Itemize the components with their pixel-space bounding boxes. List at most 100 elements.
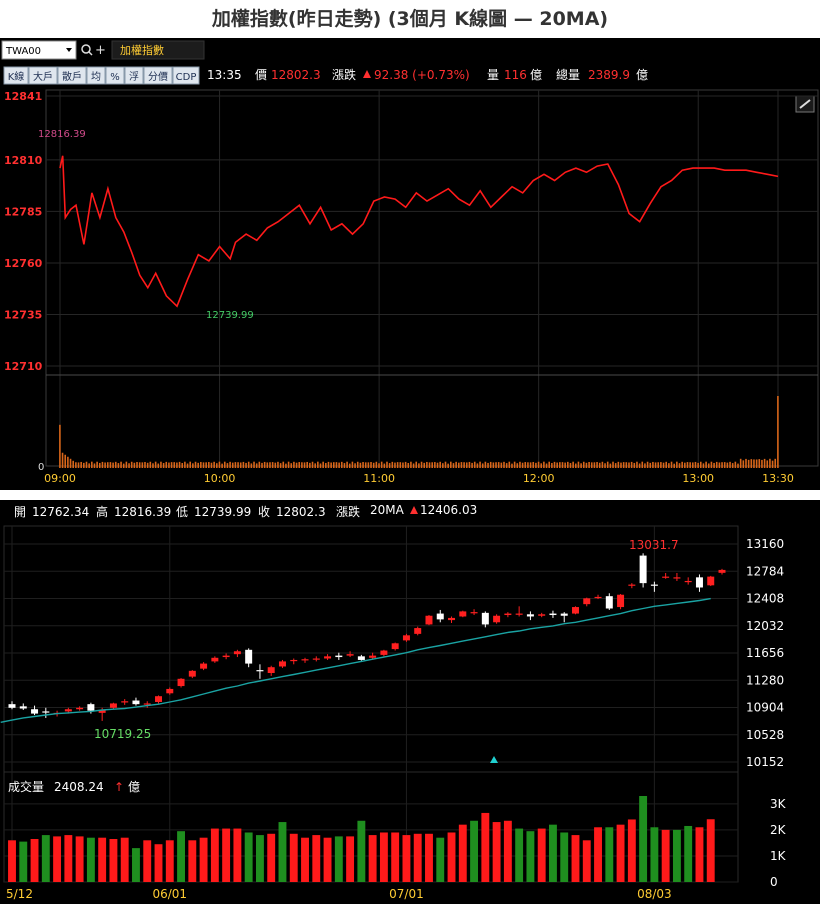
x-tick-label: 12:00	[523, 472, 555, 485]
volume-bar	[495, 462, 497, 468]
candle-body	[707, 576, 715, 586]
symbol-value: TWA00	[5, 46, 41, 57]
candle-body	[132, 700, 140, 705]
volume-bar	[266, 462, 269, 468]
volume-bar	[457, 462, 460, 468]
volume-bar	[59, 424, 61, 468]
volume-unit-k: 億	[128, 780, 140, 794]
volume-bar	[628, 462, 630, 468]
volume-bar	[556, 462, 558, 468]
volume-bar	[396, 462, 399, 468]
candle-body	[121, 701, 129, 703]
volume-bar	[314, 463, 316, 468]
volume-bar	[229, 461, 231, 468]
volume-bar	[202, 462, 205, 468]
volume-bar	[317, 461, 319, 468]
volume-bar	[505, 463, 508, 468]
volume-bar	[439, 461, 441, 468]
volume-bar	[590, 462, 593, 468]
volume-bar	[545, 463, 548, 468]
volume-bar	[372, 462, 375, 468]
volume-bar	[222, 828, 231, 882]
volume-bar	[452, 463, 455, 468]
volume-bar	[311, 461, 314, 468]
volume-bar	[622, 462, 625, 468]
volume-bar	[144, 461, 146, 468]
volume-bar	[364, 462, 367, 468]
y-tick-label: 11280	[746, 673, 784, 687]
volume-bar	[742, 460, 745, 468]
volume-bar	[165, 461, 168, 468]
add-icon[interactable]: +	[95, 43, 106, 58]
volume-bar	[616, 824, 625, 882]
volume-bar	[154, 461, 157, 468]
candle-body	[391, 643, 399, 650]
volume-bar	[521, 462, 524, 468]
volume-bar	[72, 460, 74, 468]
volume-bar	[287, 461, 290, 468]
volume-bar	[726, 462, 729, 468]
volume-bar	[665, 461, 668, 468]
candle-body	[560, 613, 568, 616]
volume-bar	[128, 463, 130, 468]
volume-bar	[383, 463, 386, 468]
volume-bar	[492, 822, 501, 882]
candle-body	[538, 614, 546, 616]
volume-bar	[497, 462, 500, 468]
volume-bar	[348, 463, 351, 468]
volume-bar	[503, 820, 512, 882]
volume-bar	[755, 459, 758, 468]
volume-bar	[723, 462, 726, 468]
volume-bar	[500, 462, 503, 468]
volume-bar	[226, 463, 229, 468]
volume-bar	[644, 463, 646, 468]
volume-bar	[177, 831, 185, 882]
candle-body	[695, 577, 703, 588]
volume-bar	[436, 837, 445, 882]
volume-bar	[197, 462, 199, 468]
volume-bar	[540, 463, 543, 468]
volume-bar	[650, 827, 659, 882]
volume-bar	[234, 462, 237, 468]
candle-body	[402, 635, 410, 641]
candle-body	[549, 613, 557, 616]
volume-bar	[75, 836, 84, 882]
volume-bar	[516, 463, 519, 468]
volume-bar	[188, 840, 197, 882]
volume-bar	[165, 840, 174, 882]
volume-bar	[404, 461, 407, 468]
high-value: 12816.39	[114, 505, 171, 519]
volume-bar	[636, 461, 638, 468]
volume-bar	[327, 461, 330, 468]
price-value: 12802.3	[271, 68, 321, 82]
volume-bar	[413, 833, 422, 882]
volume-bar	[306, 461, 309, 468]
volume-bar	[277, 461, 279, 468]
volume-bar	[205, 462, 207, 468]
volume-bar	[242, 461, 245, 468]
volume-bar	[415, 461, 418, 468]
total-label: 總量	[556, 67, 580, 82]
volume-bar	[301, 462, 303, 468]
link-icon[interactable]	[795, 95, 815, 113]
volume-bar	[261, 462, 263, 468]
volume-bar	[734, 461, 737, 468]
candle-body	[233, 651, 241, 655]
volume-bar	[532, 461, 535, 468]
volume-arrow-icon: ↑	[114, 780, 124, 794]
volume-bar	[282, 461, 285, 468]
volume-bar	[112, 462, 114, 468]
volume-bar	[612, 461, 614, 468]
candle-body	[414, 628, 422, 634]
volume-bar	[290, 463, 293, 468]
open-label: 開	[14, 505, 26, 519]
volume-bar	[758, 459, 761, 468]
volume-bar	[295, 462, 298, 468]
y-tick-label: 10528	[746, 728, 784, 742]
min-label: 10719.25	[94, 727, 151, 741]
volume-bar	[567, 461, 569, 468]
candle-body	[504, 613, 512, 616]
volume-bar	[460, 462, 463, 468]
volume-bar	[428, 462, 431, 468]
volume-bar	[258, 461, 261, 468]
